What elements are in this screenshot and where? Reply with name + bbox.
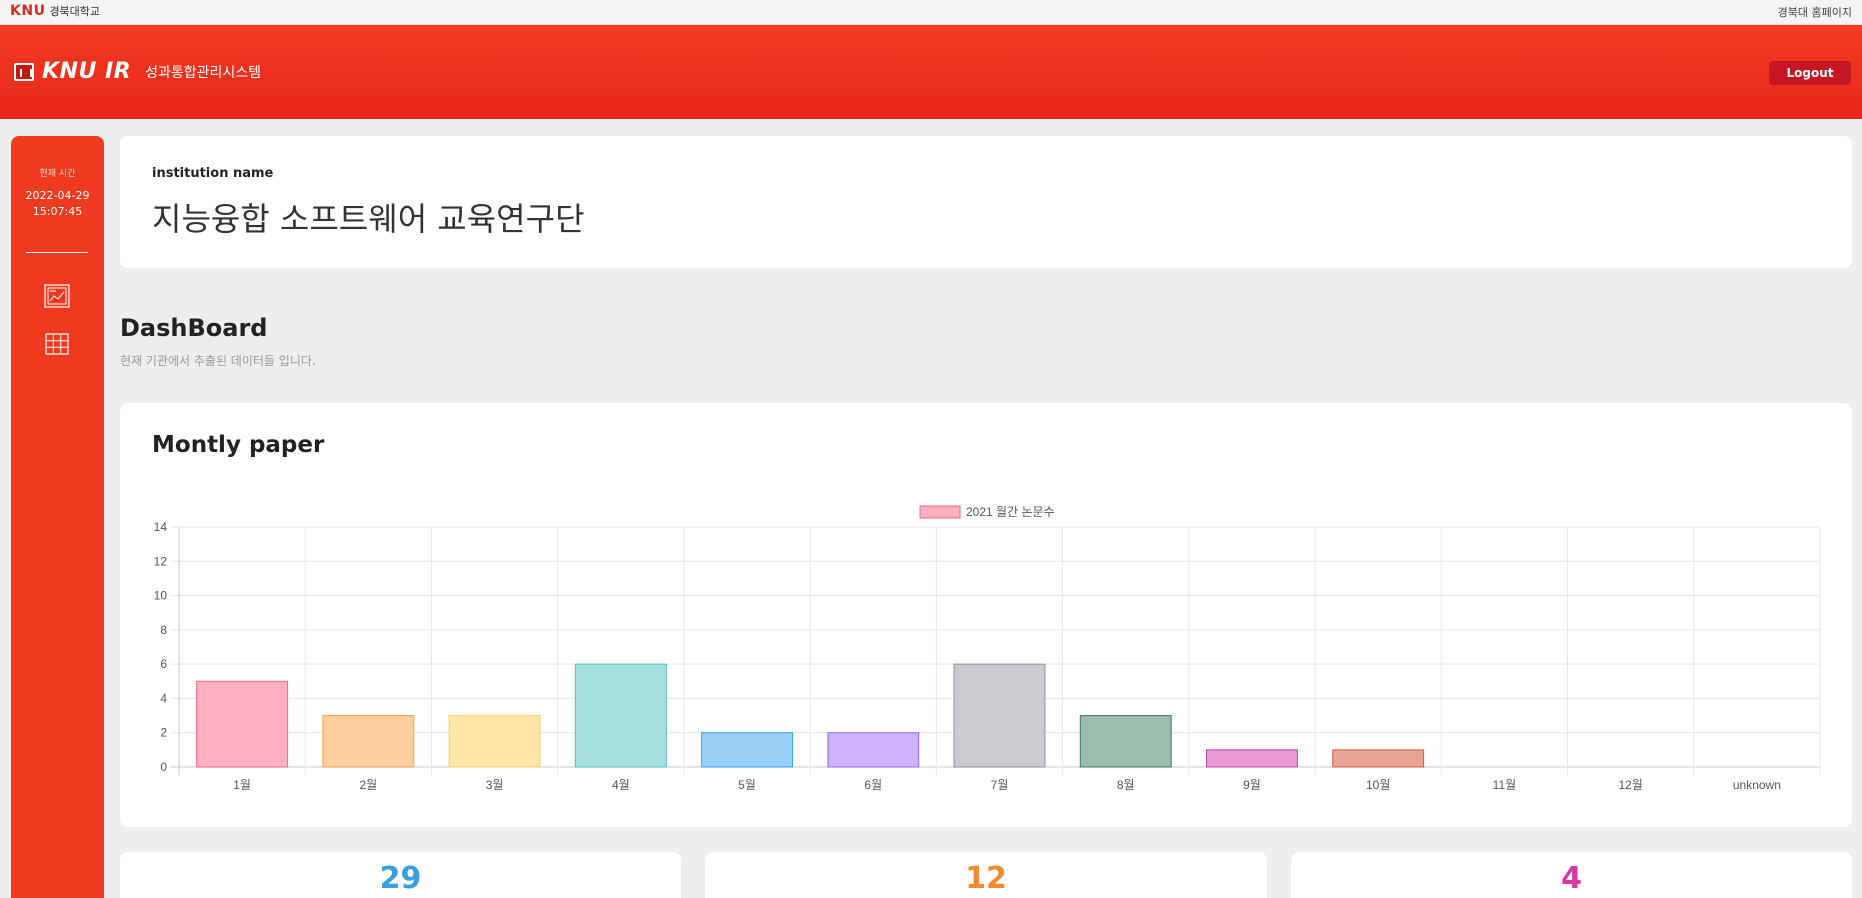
chart-bar [827,732,920,768]
chart-bar [448,715,541,768]
chart-bar [1079,715,1172,768]
university-name: 경북대학교 [49,5,101,18]
sidebar-divider [26,252,88,253]
x-tick-label: 10월 [1366,778,1390,792]
sidebar: 현재 시간 2022-04-29 15:07:45 [11,136,104,898]
chart-bar [953,663,1046,768]
institution-name: 지능융합 소프트웨어 교육연구단 [152,200,585,238]
x-tick-label: unknown [1733,778,1781,792]
legend-swatch [919,505,961,519]
university-brand[interactable]: KNU 경북대학교 [10,3,100,19]
x-tick-label: 3월 [486,778,504,792]
logout-button[interactable]: Logout [1769,61,1851,85]
x-tick-label: 2월 [359,778,377,792]
y-tick-label: 4 [160,691,167,705]
chart-bar [1206,749,1298,768]
logo-text: KNU IR [42,59,132,84]
x-tick-label: 7월 [991,778,1009,792]
stat-value: 12 [965,861,1007,896]
knu-wordmark: KNU [10,3,46,19]
y-tick-label: 12 [154,554,168,568]
clock-time: 15:07:45 [32,205,83,218]
x-tick-label: 6월 [864,778,882,792]
chart-bar [196,680,289,768]
y-tick-label: 14 [154,520,168,534]
stat-card: 12 [705,852,1267,898]
chart-bar [701,732,793,768]
clock-date: 2022-04-29 [25,189,90,202]
x-tick-label: 8월 [1117,778,1135,792]
clock-label: 현재 시간 [39,169,76,179]
stat-value: 4 [1561,861,1582,896]
x-tick-label: 12월 [1618,778,1642,792]
system-title: 성과통합관리시스템 [145,64,262,81]
page-title: DashBoard [120,314,268,342]
monthly-paper-chart: 0 2 4 6 8 10 12 14 1월 2월 3월 4월 5월 6월 7월 8월 9월 10월 11월 12월 un… [154,505,1821,792]
building-logo-icon [14,62,34,81]
chart-bar [322,715,415,768]
stat-value: 29 [379,861,422,896]
y-tick-label: 6 [160,657,167,671]
app-logo[interactable]: KNU IR 성과통합관리시스템 [14,59,261,84]
table-grid-icon[interactable] [44,332,70,356]
stat-card: 4 [1291,852,1852,898]
institution-card: institution name 지능융합 소프트웨어 교육연구단 [120,136,1852,268]
x-tick-label: 5월 [738,778,756,792]
university-home-link[interactable]: 경북대 홈페이지 [1778,4,1852,20]
dashboard-chart-icon[interactable] [44,284,70,308]
y-tick-label: 2 [160,726,167,740]
y-tick-label: 8 [160,623,167,637]
chart-bar [574,663,667,768]
x-tick-label: 1월 [233,778,251,792]
legend-label: 2021 월간 논문수 [966,505,1055,519]
x-tick-label: 11월 [1493,778,1517,792]
top-utility-bar: KNU 경북대학교 경북대 홈페이지 [0,0,1862,25]
institution-label: institution name [152,166,274,181]
x-tick-label: 9월 [1243,778,1261,792]
stat-card: 29 [120,852,681,898]
page-subtitle: 현재 기관에서 추출된 데이터들 입니다. [120,354,316,368]
x-tick-label: 4월 [612,778,630,792]
app-header: KNU IR 성과통합관리시스템 Logout [0,25,1862,119]
chart-bar [1332,749,1425,768]
y-tick-label: 10 [154,589,168,603]
y-tick-label: 0 [160,760,167,774]
monthly-paper-card: Montly paper 0 2 4 6 8 10 12 14 1월 2월 3월 4월 5월 6월 7월 8월… [120,403,1852,827]
